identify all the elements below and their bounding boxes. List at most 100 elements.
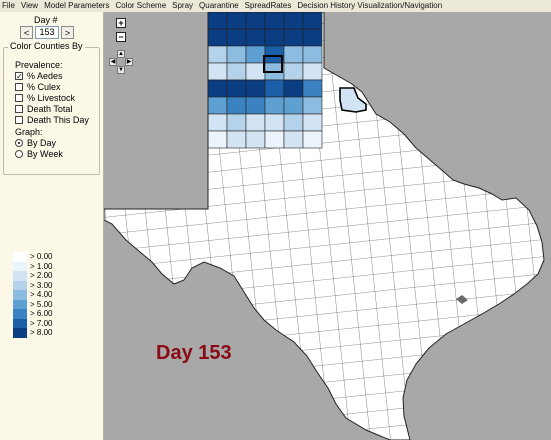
county-cell[interactable] xyxy=(226,45,247,64)
county-cell[interactable] xyxy=(302,12,323,30)
county-cell[interactable] xyxy=(245,12,266,30)
county-cell[interactable] xyxy=(264,130,285,149)
aedes-label: % Aedes xyxy=(27,71,63,81)
county-cell[interactable] xyxy=(226,130,247,149)
county-map[interactable]: + − ▲ ◀ ▶ ▼ Day 153 xyxy=(104,12,551,440)
next-day-button[interactable]: > xyxy=(61,26,74,39)
pan-right-button[interactable]: ▶ xyxy=(125,58,133,66)
county-cell[interactable] xyxy=(302,96,323,115)
panhandle-counties[interactable] xyxy=(207,12,323,149)
county-cell[interactable] xyxy=(245,113,266,132)
menu-item-spray[interactable]: Spray xyxy=(169,0,196,12)
county-cell[interactable] xyxy=(207,79,228,98)
county-cell[interactable] xyxy=(226,79,247,98)
menu-item-quarantine[interactable]: Quarantine xyxy=(196,0,242,12)
county-cell[interactable] xyxy=(283,96,304,115)
pan-up-button[interactable]: ▲ xyxy=(117,50,125,58)
legend-label: > 8.00 xyxy=(30,328,53,337)
menu-item-model-parameters[interactable]: Model Parameters xyxy=(41,0,112,12)
legend-swatch xyxy=(13,309,27,319)
option-culex[interactable]: % Culex xyxy=(15,82,61,92)
by-day-radio[interactable] xyxy=(15,139,23,147)
zoom-out-button[interactable]: − xyxy=(116,32,126,42)
by-week-radio[interactable] xyxy=(15,150,23,158)
legend-label: > 5.00 xyxy=(30,299,53,309)
county-cell[interactable] xyxy=(283,12,304,30)
death-total-checkbox[interactable] xyxy=(15,105,23,113)
menu-item-decision-history-visualization-navigation[interactable]: Decision History Visualization/Navigatio… xyxy=(294,0,445,12)
death-this-day-checkbox[interactable] xyxy=(15,116,23,124)
county-cell[interactable] xyxy=(207,96,228,115)
county-cell[interactable] xyxy=(302,45,323,64)
county-cell[interactable] xyxy=(207,62,228,81)
menu-item-spreadrates[interactable]: SpreadRates xyxy=(242,0,295,12)
menu-item-view[interactable]: View xyxy=(18,0,41,12)
day-overlay-label: Day 153 xyxy=(156,342,232,364)
legend-row: > 6.00 xyxy=(13,309,52,319)
texas-map-svg[interactable] xyxy=(104,12,551,440)
county-cell[interactable] xyxy=(283,62,304,81)
by-day-label: By Day xyxy=(27,138,57,148)
legend-swatch xyxy=(13,252,27,262)
county-cell[interactable] xyxy=(207,28,228,47)
county-cell[interactable] xyxy=(302,62,323,81)
county-cell[interactable] xyxy=(207,113,228,132)
menu-item-color-scheme[interactable]: Color Scheme xyxy=(112,0,169,12)
option-death-total[interactable]: Death Total xyxy=(15,104,72,114)
county-cell[interactable] xyxy=(283,113,304,132)
legend-label: > 0.00 xyxy=(30,252,53,261)
county-cell[interactable] xyxy=(302,130,323,149)
option-by-week[interactable]: By Week xyxy=(15,149,63,159)
option-death-this-day[interactable]: Death This Day xyxy=(15,115,89,125)
county-cell[interactable] xyxy=(245,62,266,81)
prev-day-button[interactable]: < xyxy=(20,26,33,39)
county-cell[interactable] xyxy=(226,62,247,81)
by-week-label: By Week xyxy=(27,149,63,159)
aedes-checkbox[interactable]: ✓ xyxy=(15,72,23,81)
color-counties-title: Color Counties By xyxy=(8,41,85,51)
county-cell[interactable] xyxy=(245,96,266,115)
county-cell[interactable] xyxy=(302,79,323,98)
pan-left-button[interactable]: ◀ xyxy=(109,58,117,66)
option-by-day[interactable]: By Day xyxy=(15,138,56,148)
county-cell[interactable] xyxy=(245,28,266,47)
county-cell[interactable] xyxy=(207,130,228,149)
county-cell[interactable] xyxy=(226,96,247,115)
county-cell[interactable] xyxy=(264,79,285,98)
county-cell[interactable] xyxy=(283,45,304,64)
legend-label: > 6.00 xyxy=(30,309,53,318)
death-this-day-label: Death This Day xyxy=(27,115,89,125)
option-aedes[interactable]: ✓ % Aedes xyxy=(15,71,63,81)
culex-checkbox[interactable] xyxy=(15,83,23,91)
county-cell[interactable] xyxy=(226,113,247,132)
county-cell[interactable] xyxy=(245,130,266,149)
county-cell[interactable] xyxy=(302,28,323,47)
county-cell[interactable] xyxy=(245,45,266,64)
menu-item-file[interactable]: File xyxy=(0,0,18,12)
option-livestock[interactable]: % Livestock xyxy=(15,93,75,103)
legend-swatch xyxy=(13,328,27,338)
county-cell[interactable] xyxy=(283,79,304,98)
legend-row: > 5.00 xyxy=(13,299,53,309)
legend-row: > 3.00 xyxy=(13,280,52,290)
county-cell[interactable] xyxy=(264,12,285,30)
county-cell[interactable] xyxy=(264,113,285,132)
county-cell[interactable] xyxy=(207,45,228,64)
livestock-checkbox[interactable] xyxy=(15,94,23,102)
county-cell[interactable] xyxy=(226,12,247,30)
county-cell[interactable] xyxy=(207,12,228,30)
legend-swatch xyxy=(13,290,27,300)
county-cell[interactable] xyxy=(245,79,266,98)
day-input[interactable]: 153 xyxy=(35,26,59,39)
county-cell[interactable] xyxy=(226,28,247,47)
county-cell[interactable] xyxy=(264,28,285,47)
zoom-in-button[interactable]: + xyxy=(116,18,126,28)
legend-label: > 2.00 xyxy=(30,271,53,280)
control-panel: Day # < 153 > Color Counties By Prevalen… xyxy=(0,12,104,440)
county-cell[interactable] xyxy=(264,96,285,115)
pan-down-button[interactable]: ▼ xyxy=(117,66,125,74)
legend-row: > 7.00 xyxy=(13,318,52,328)
county-cell[interactable] xyxy=(283,28,304,47)
county-cell[interactable] xyxy=(283,130,304,149)
county-cell[interactable] xyxy=(302,113,323,132)
